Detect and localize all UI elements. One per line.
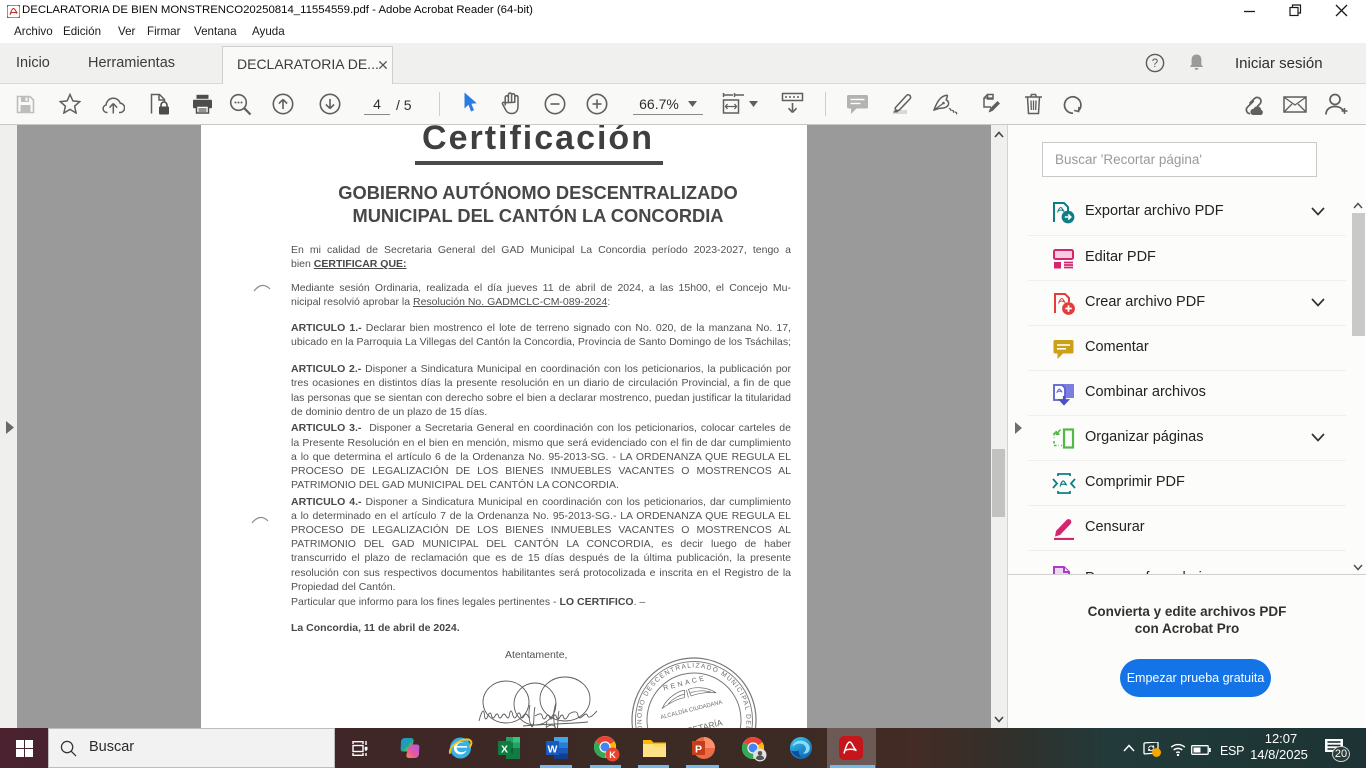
svg-text:K: K [609,750,616,760]
svg-text:?: ? [1152,58,1158,70]
svg-text:SECRETARÍA: SECRETARÍA [669,717,724,728]
svg-text:W: W [548,744,558,756]
svg-text:ALCALDÍA CIUDADANA: ALCALDÍA CIUDADANA [660,699,723,721]
svg-text:X: X [501,744,508,756]
svg-text:RENACE: RENACE [663,675,708,692]
svg-text:P: P [695,744,702,756]
